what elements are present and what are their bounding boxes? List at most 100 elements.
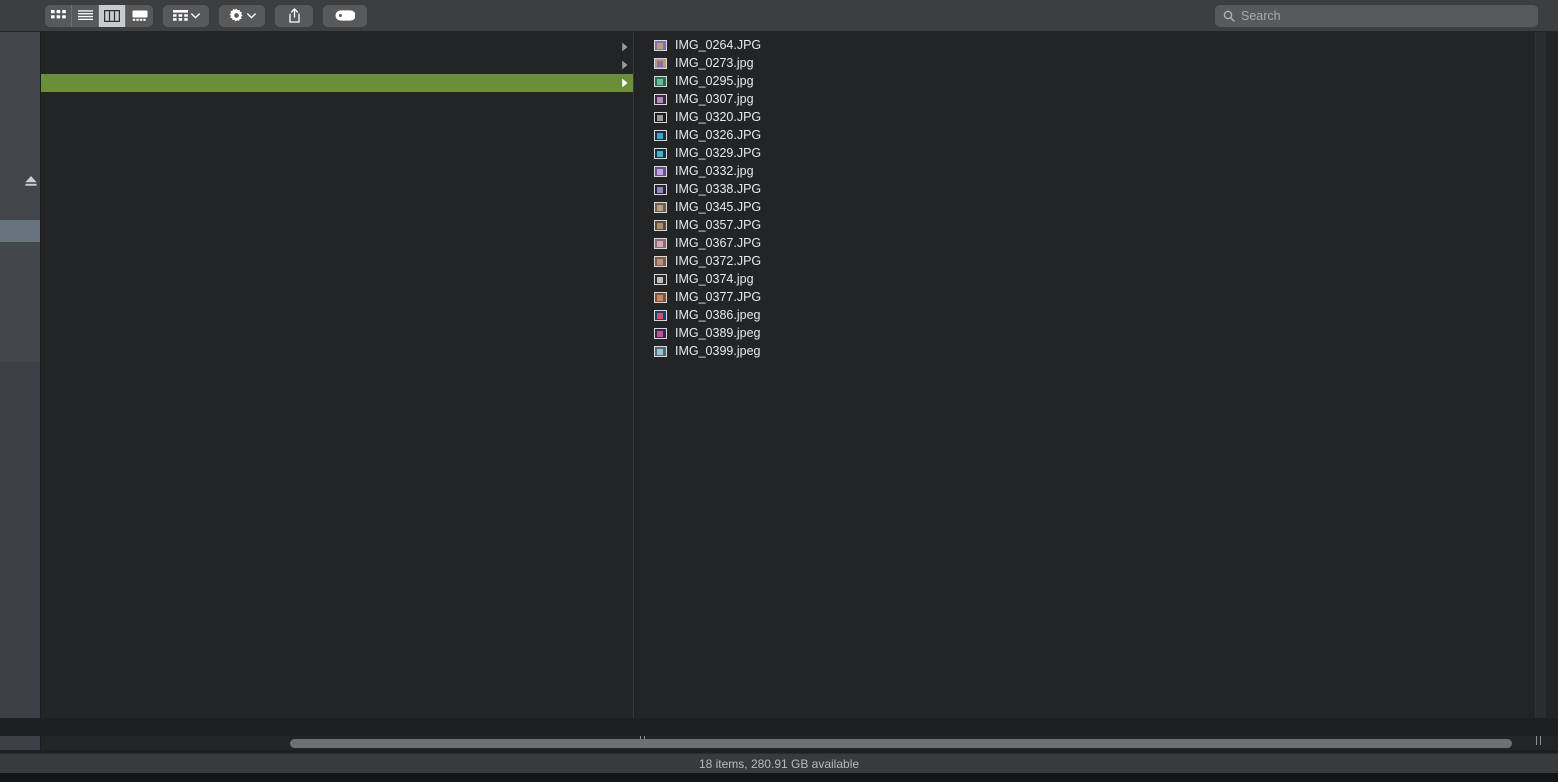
file-thumbnail-icon <box>654 111 667 123</box>
file-thumbnail-icon <box>654 75 667 87</box>
view-mode-segmented-control[interactable] <box>45 4 153 27</box>
file-list-item[interactable]: IMG_0345.JPG <box>635 198 1535 216</box>
share-icon <box>288 8 300 23</box>
grid-icon <box>50 10 66 19</box>
sidebar-item-selected[interactable] <box>0 220 40 242</box>
columns-icon <box>104 9 120 22</box>
file-thumbnail-icon <box>654 39 667 51</box>
tags-button[interactable] <box>323 4 367 27</box>
file-thumbnail-icon <box>654 129 667 141</box>
file-thumbnail-icon <box>654 93 667 105</box>
file-name-label: IMG_0332.jpg <box>675 164 754 178</box>
group-icon <box>172 10 188 21</box>
file-thumbnail-icon <box>654 291 667 303</box>
file-name-label: IMG_0320.JPG <box>675 110 762 124</box>
file-list-item[interactable]: IMG_0377.JPG <box>635 288 1535 306</box>
tag-icon <box>335 10 355 21</box>
file-thumbnail-icon <box>654 327 667 339</box>
gallery-view-button[interactable] <box>126 5 153 27</box>
file-name-label: IMG_0367.JPG <box>675 236 762 250</box>
folder-column[interactable] <box>41 32 634 728</box>
window-bottom-edge <box>0 773 1558 782</box>
file-list-column[interactable]: IMG_0264.JPG IMG_0273.jpg IMG_0295.jpg IMG_… <box>635 32 1535 728</box>
list-icon <box>77 10 93 20</box>
sidebar-item-1[interactable]: HD <box>0 113 40 135</box>
file-list-item[interactable]: IMG_0372.JPG <box>635 252 1535 270</box>
action-menu-button[interactable] <box>219 4 265 27</box>
folder-column-row-0[interactable] <box>41 38 633 56</box>
file-name-label: IMG_0372.JPG <box>675 254 762 268</box>
file-name-label: IMG_0345.JPG <box>675 200 762 214</box>
file-name-label: IMG_0377.JPG <box>675 290 762 304</box>
file-list-item[interactable]: IMG_0307.jpg <box>635 90 1535 108</box>
window-body: e HD s <box>0 32 1558 750</box>
sidebar-item-3[interactable]: s <box>0 402 40 424</box>
file-name-label: IMG_0389.jpeg <box>675 326 761 340</box>
sidebar: e HD s <box>0 32 41 750</box>
chevron-down-icon <box>190 12 200 19</box>
toolbar: Search <box>0 0 1558 32</box>
file-thumbnail-icon <box>654 165 667 177</box>
file-name-label: IMG_0307.jpg <box>675 92 754 106</box>
file-list-item[interactable]: IMG_0386.jpeg <box>635 306 1535 324</box>
folder-column-row-selected[interactable] <box>41 74 633 92</box>
right-column-strip <box>1535 32 1558 728</box>
file-name-label: IMG_0273.jpg <box>675 56 754 70</box>
file-list-item[interactable]: IMG_0399.jpeg <box>635 342 1535 360</box>
file-list-item[interactable]: IMG_0329.JPG <box>635 144 1535 162</box>
file-thumbnail-icon <box>654 237 667 249</box>
file-list-item[interactable]: IMG_0273.jpg <box>635 54 1535 72</box>
file-name-label: IMG_0399.jpeg <box>675 344 761 358</box>
file-list-item[interactable]: IMG_0295.jpg <box>635 72 1535 90</box>
horizontal-scroll-thumb[interactable] <box>290 739 1512 748</box>
file-name-label: IMG_0386.jpeg <box>675 308 761 322</box>
file-thumbnail-icon <box>654 57 667 69</box>
file-name-label: IMG_0357.JPG <box>675 218 762 232</box>
file-thumbnail-icon <box>654 147 667 159</box>
status-bar: 18 items, 280.91 GB available <box>0 753 1558 773</box>
right-strip-inner <box>1536 32 1546 728</box>
file-thumbnail-icon <box>654 345 667 357</box>
search-icon <box>1223 10 1235 22</box>
file-list-item[interactable]: IMG_0338.JPG <box>635 180 1535 198</box>
file-name-label: IMG_0326.JPG <box>675 128 762 142</box>
search-field[interactable]: Search <box>1215 5 1538 27</box>
file-thumbnail-icon <box>654 273 667 285</box>
chevron-right-icon[interactable] <box>621 78 629 88</box>
folder-column-row-1[interactable] <box>41 56 633 74</box>
search-placeholder: Search <box>1241 9 1281 23</box>
group-by-button[interactable] <box>163 4 209 27</box>
file-thumbnail-icon <box>654 309 667 321</box>
file-list-item[interactable]: IMG_0367.JPG <box>635 234 1535 252</box>
file-list-item[interactable]: IMG_0332.jpg <box>635 162 1535 180</box>
finder-window: Search e HD s <box>0 0 1558 782</box>
file-list-item[interactable]: IMG_0326.JPG <box>635 126 1535 144</box>
column-view-button[interactable] <box>99 4 126 27</box>
sidebar-item-0[interactable]: e <box>0 84 40 106</box>
eject-icon[interactable] <box>24 175 38 187</box>
chevron-right-icon[interactable] <box>621 42 629 52</box>
file-list-item[interactable]: IMG_0374.jpg <box>635 270 1535 288</box>
file-name-label: IMG_0374.jpg <box>675 272 754 286</box>
file-thumbnail-icon <box>654 183 667 195</box>
file-list-item[interactable]: IMG_0357.JPG <box>635 216 1535 234</box>
chevron-right-icon[interactable] <box>621 60 629 70</box>
icon-view-button[interactable] <box>45 4 72 27</box>
file-name-label: IMG_0295.jpg <box>675 74 754 88</box>
file-name-label: IMG_0338.JPG <box>675 182 762 196</box>
file-name-label: IMG_0329.JPG <box>675 146 762 160</box>
status-bar-text: 18 items, 280.91 GB available <box>698 756 860 771</box>
gallery-icon <box>132 10 147 21</box>
gear-icon <box>229 8 242 22</box>
toolbar-left-group <box>45 4 367 27</box>
file-thumbnail-icon <box>654 255 667 267</box>
file-list-item[interactable]: IMG_0320.JPG <box>635 108 1535 126</box>
list-view-button[interactable] <box>72 4 99 27</box>
file-thumbnail-icon <box>654 201 667 213</box>
file-list-item[interactable]: IMG_0389.jpeg <box>635 324 1535 342</box>
horizontal-scroll-track[interactable] <box>0 718 1558 736</box>
share-button[interactable] <box>275 4 313 27</box>
file-list-item[interactable]: IMG_0264.JPG <box>635 36 1535 54</box>
file-thumbnail-icon <box>654 219 667 231</box>
chevron-down-icon <box>246 12 256 19</box>
